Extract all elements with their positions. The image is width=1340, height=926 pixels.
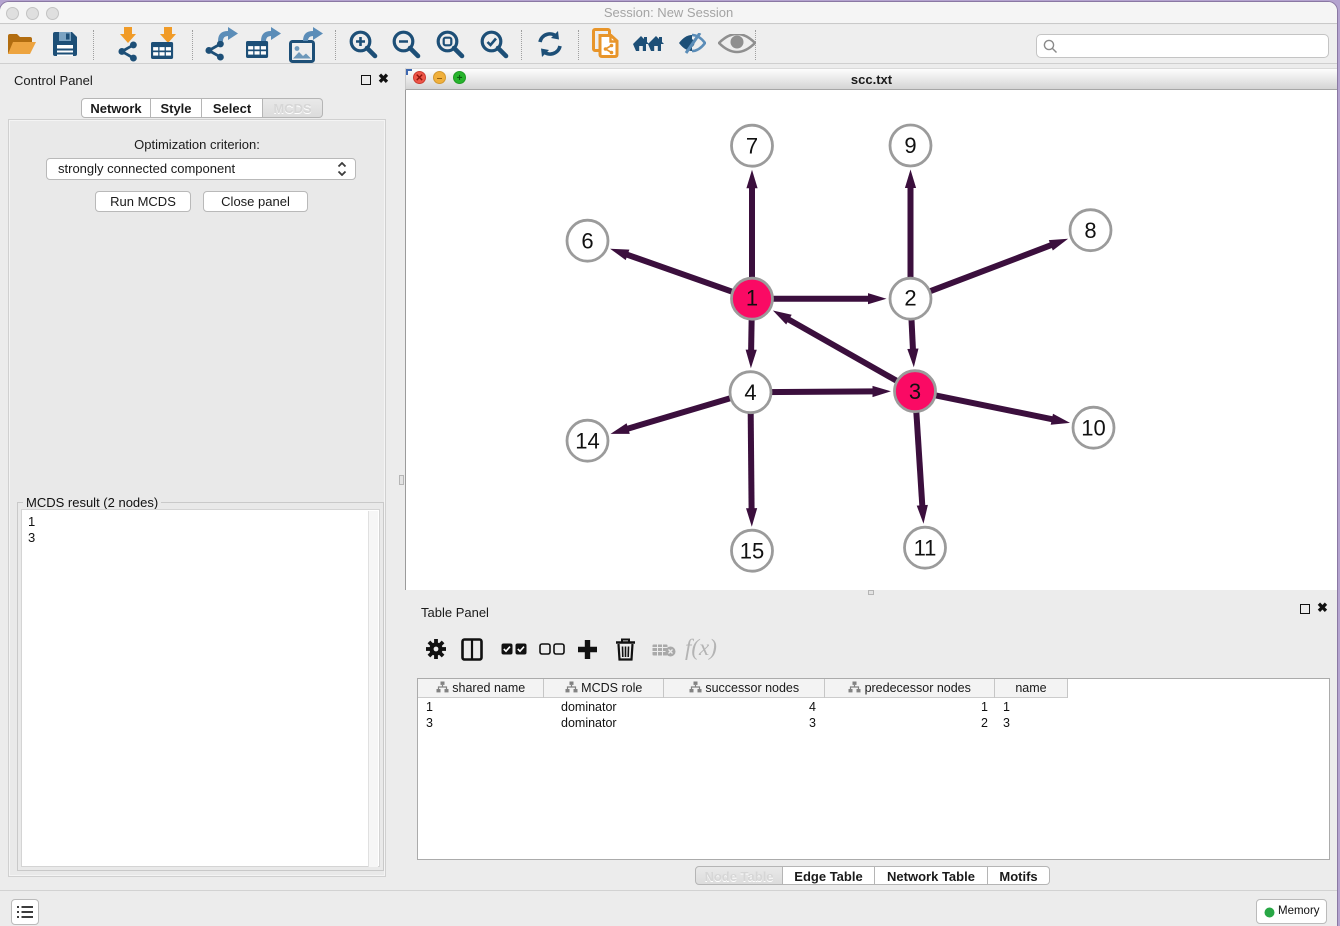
svg-text:2: 2 (904, 286, 916, 311)
svg-text:7: 7 (746, 133, 758, 158)
svg-text:9: 9 (904, 133, 916, 158)
svg-text:10: 10 (1081, 415, 1105, 440)
svg-text:3: 3 (909, 379, 921, 404)
svg-text:6: 6 (581, 228, 593, 253)
svg-text:4: 4 (744, 380, 756, 405)
svg-text:1: 1 (746, 286, 758, 311)
svg-text:8: 8 (1084, 218, 1096, 243)
svg-text:11: 11 (914, 535, 937, 560)
svg-text:15: 15 (740, 538, 764, 563)
svg-text:14: 14 (575, 428, 599, 453)
